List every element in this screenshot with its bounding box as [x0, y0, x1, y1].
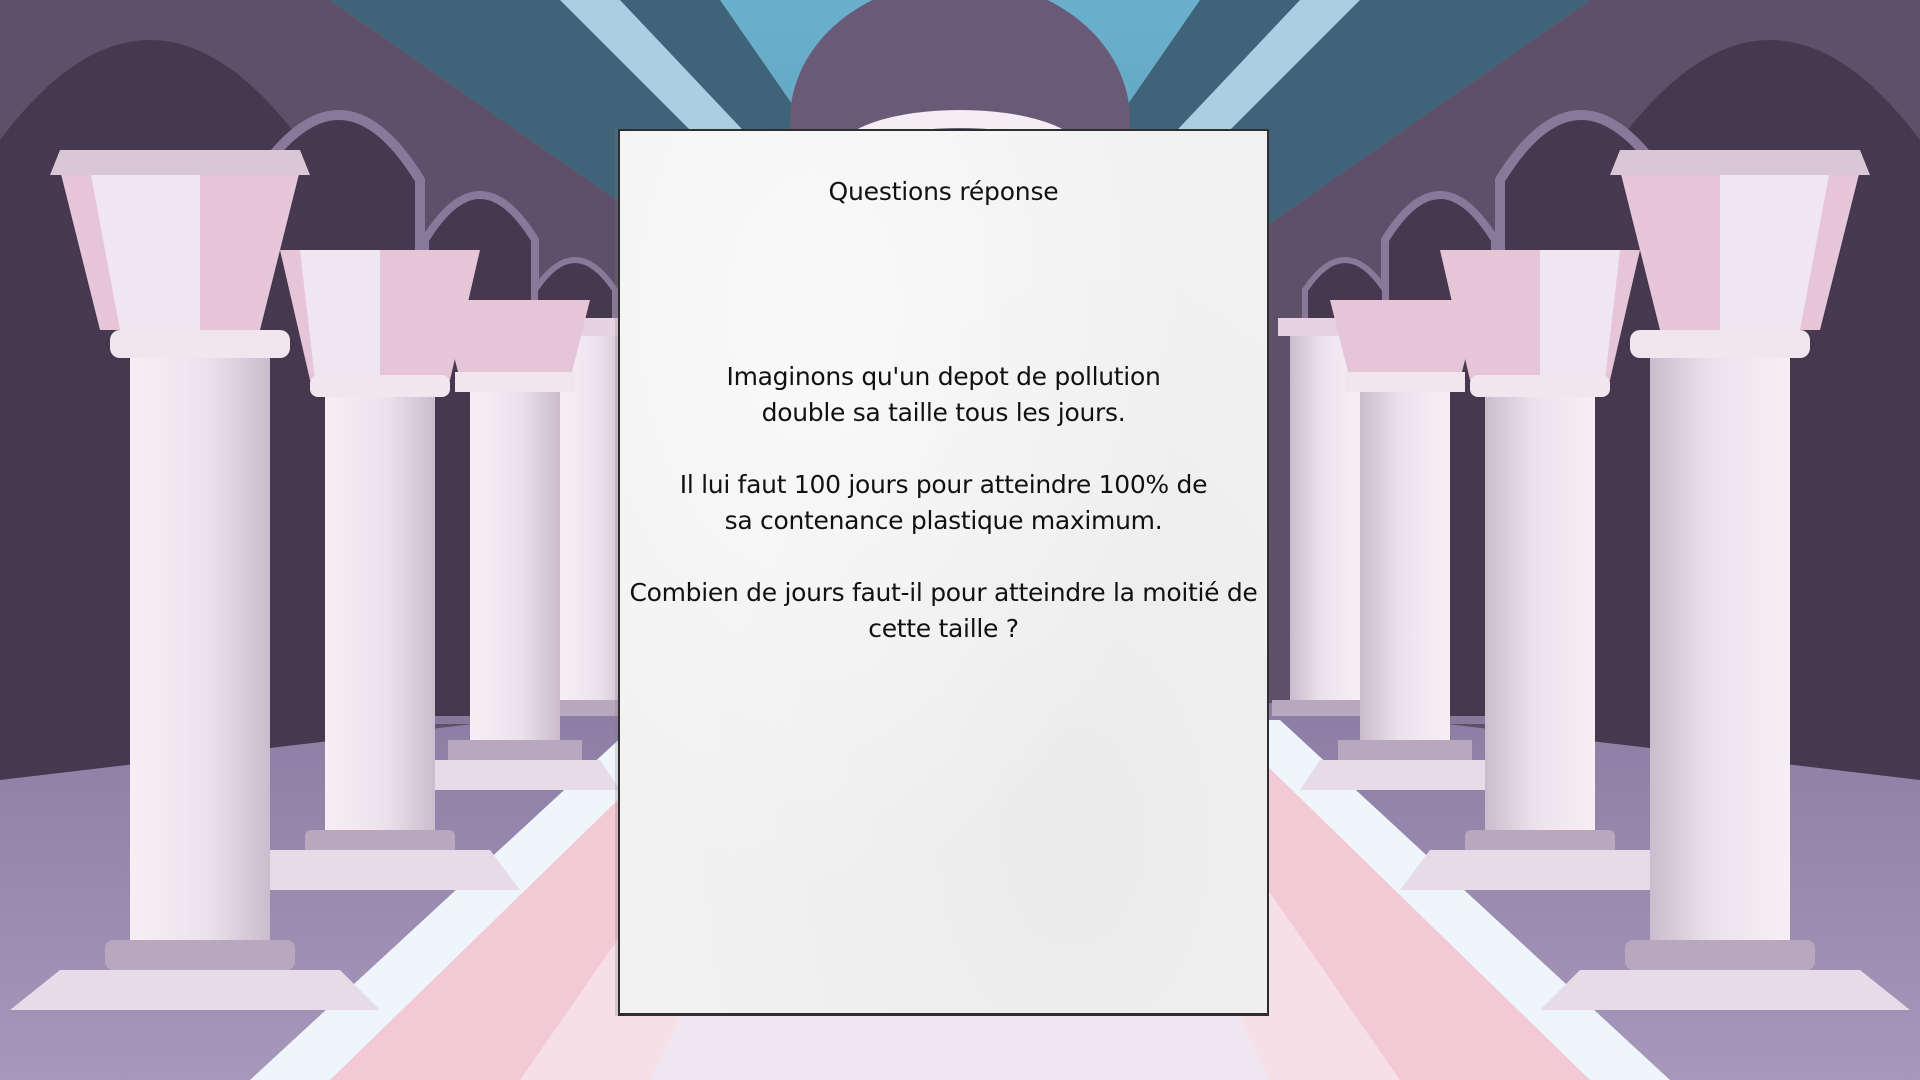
question-card: Questions réponse Imaginons qu'un depot …: [618, 129, 1269, 1016]
question-line: Imaginons qu'un depot de pollution: [726, 362, 1161, 391]
question-paragraph: Combien de jours faut-il pour atteindre …: [620, 575, 1267, 647]
question-paragraph: Il lui faut 100 jours pour atteindre 100…: [620, 467, 1267, 539]
card-title: Questions réponse: [828, 177, 1059, 206]
question-line: sa contenance plastique maximum.: [724, 506, 1163, 535]
question-line: Combien de jours faut-il pour atteindre …: [629, 578, 1258, 607]
question-line: cette taille ?: [868, 614, 1019, 643]
question-text: Imaginons qu'un depot de pollution doubl…: [620, 359, 1267, 647]
question-paragraph: Imaginons qu'un depot de pollution doubl…: [620, 359, 1267, 431]
hall-scene: Questions réponse Imaginons qu'un depot …: [0, 0, 1920, 1080]
question-line: Il lui faut 100 jours pour atteindre 100…: [679, 470, 1208, 499]
question-line: double sa taille tous les jours.: [761, 398, 1126, 427]
